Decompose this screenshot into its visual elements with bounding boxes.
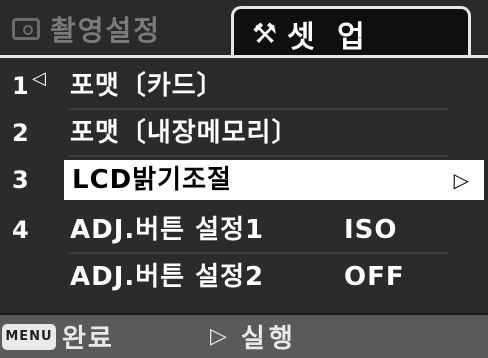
item-label-wrap: ADJ.버튼 설정1 ISO [62,210,488,250]
menu-item-adj-setting2[interactable]: ADJ.버튼 설정2 OFF [0,255,488,299]
setup-menu-list: ◁ 1 포맷〔카드〕 2 포맷〔내장메모리〕 3 LCD밝기조절 ▷ 4 ADJ… [0,55,488,313]
camera-icon [12,18,40,40]
execute-hint: ▷ 실행 [210,318,297,355]
divider [68,108,448,110]
menu-item-format-internal[interactable]: 2 포맷〔내장메모리〕 [0,111,488,155]
divider [68,155,448,157]
item-number: 2 [12,119,29,147]
right-arrow-icon: ▷ [453,168,470,192]
done-label: 완료 [62,324,114,354]
divider [68,252,448,254]
camera-menu-screen: 촬영설정 ⚒ 셋 업 ◁ 1 포맷〔카드〕 2 포맷〔내장메모리〕 3 LCD밝… [0,0,488,358]
item-label: 포맷〔내장메모리〕 [70,118,299,148]
execute-label: 실행 [240,324,297,354]
tab-setup-label: 셋 업 [287,19,371,55]
tools-icon: ⚒ [252,17,278,50]
item-label: ADJ.버튼 설정2 [70,262,265,292]
item-number: 4 [12,216,29,244]
tab-bar: 촬영설정 ⚒ 셋 업 [0,0,488,58]
item-label: LCD밝기조절 [72,165,232,195]
item-number: 1 [12,72,29,100]
menu-item-adj-setting1[interactable]: 4 ADJ.버튼 설정1 ISO [0,208,488,252]
item-label: 포맷〔카드〕 [70,71,224,101]
tab-shooting-settings[interactable]: 촬영설정 [8,6,223,52]
item-value: ISO [344,215,398,245]
bottom-hint-bar: MENU 완료 ▷ 실행 [0,315,488,358]
tab-shooting-label: 촬영설정 [50,14,162,47]
item-label-wrap: ADJ.버튼 설정2 OFF [62,257,488,297]
menu-item-lcd-brightness[interactable]: 3 LCD밝기조절 ▷ [0,158,488,202]
play-icon: ▷ [210,324,227,349]
item-label: ADJ.버튼 설정1 [70,215,265,245]
item-number: 3 [12,166,29,194]
tab-setup[interactable]: ⚒ 셋 업 [231,6,471,58]
menu-item-format-card[interactable]: 1 포맷〔카드〕 [0,64,488,108]
item-value: OFF [344,262,405,292]
item-label-selected: LCD밝기조절 ▷ [64,160,484,200]
menu-button-icon[interactable]: MENU [2,323,56,350]
